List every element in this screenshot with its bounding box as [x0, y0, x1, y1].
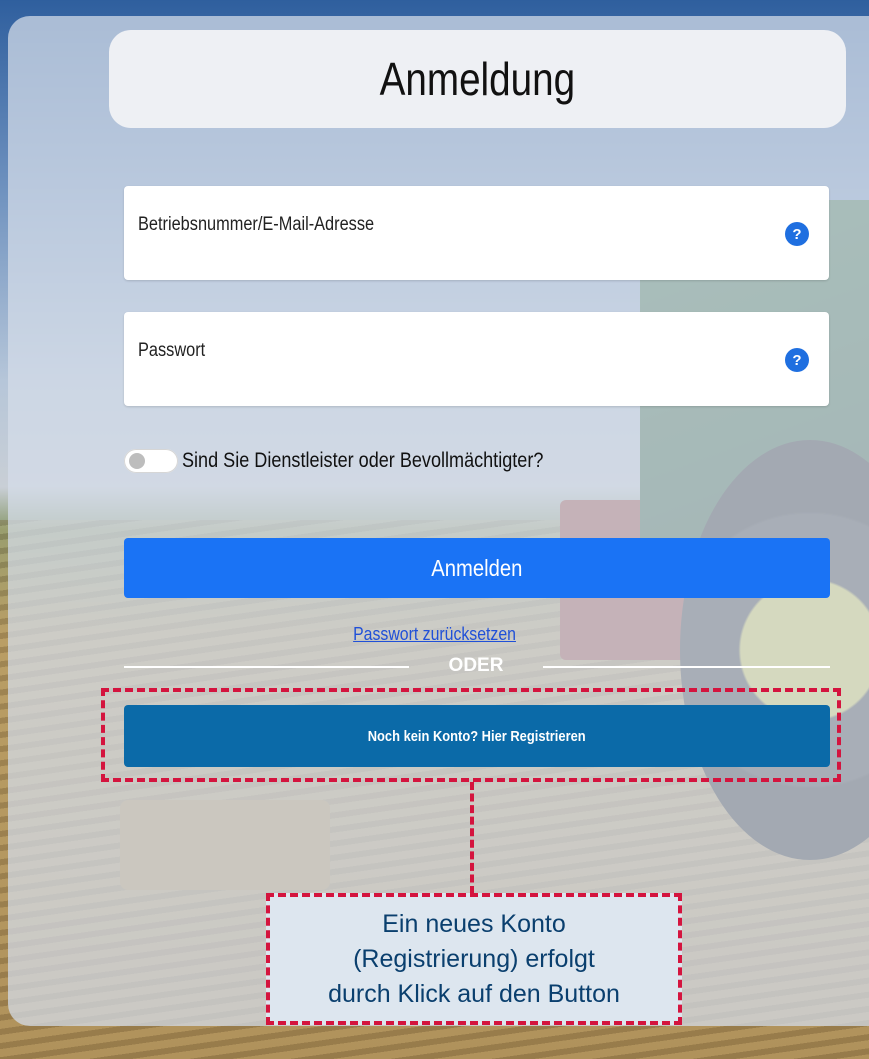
service-provider-label: Sind Sie Dienstleister oder Bevollmächti… — [182, 449, 544, 472]
divider-left — [124, 666, 409, 668]
password-field[interactable]: Passwort ? — [124, 312, 829, 406]
login-button[interactable]: Anmelden — [124, 538, 830, 598]
help-icon[interactable]: ? — [785, 348, 809, 372]
help-icon[interactable]: ? — [785, 222, 809, 246]
highlight-box — [101, 688, 841, 782]
toggle-knob — [129, 453, 145, 469]
service-provider-toggle[interactable] — [124, 449, 178, 473]
password-reset-link[interactable]: Passwort zurücksetzen — [353, 624, 516, 645]
callout-text: Ein neues Konto (Registrierung) erfolgt … — [328, 909, 620, 1008]
service-provider-toggle-row: Sind Sie Dienstleister oder Bevollmächti… — [124, 448, 602, 474]
password-label: Passwort — [138, 340, 206, 361]
reset-link-row: Passwort zurücksetzen — [0, 624, 869, 645]
username-field[interactable]: Betriebsnummer/E-Mail-Adresse ? — [124, 186, 829, 280]
title-box: Anmeldung — [109, 30, 846, 128]
login-button-label: Anmelden — [431, 554, 523, 581]
or-separator: ODER — [448, 655, 504, 676]
callout-connector — [470, 782, 474, 894]
annotation-callout: Ein neues Konto (Registrierung) erfolgt … — [266, 893, 682, 1025]
username-label: Betriebsnummer/E-Mail-Adresse — [138, 214, 375, 235]
login-panel — [8, 16, 869, 1026]
page-title: Anmeldung — [379, 53, 576, 105]
divider-right — [543, 666, 830, 668]
